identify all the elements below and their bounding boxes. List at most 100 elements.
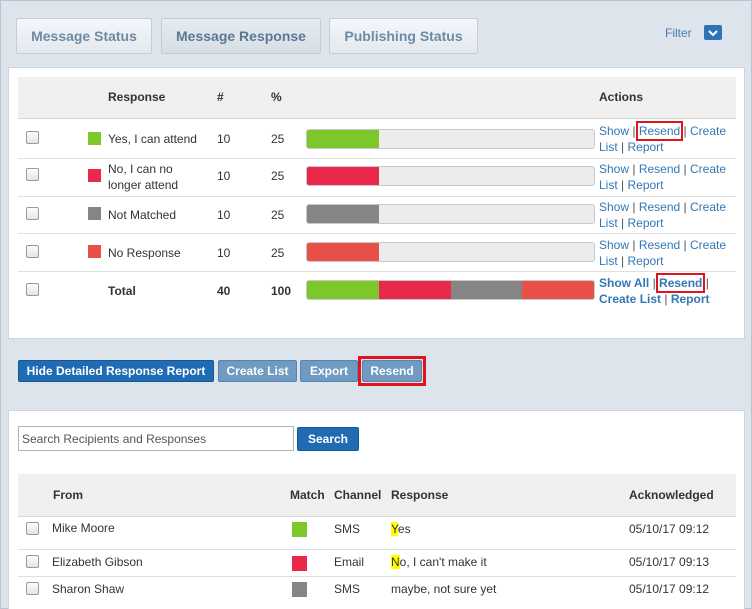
row-divider — [18, 576, 736, 577]
row-divider — [18, 158, 736, 159]
row-checkbox[interactable] — [26, 168, 39, 181]
recipient-channel: Email — [334, 555, 365, 569]
header-response: Response — [391, 488, 449, 502]
header-percent: % — [271, 90, 282, 104]
recipient-name[interactable]: Mike Moore — [52, 521, 115, 535]
recipient-channel: SMS — [334, 522, 361, 536]
recipient-name[interactable]: Sharon Shaw — [52, 582, 124, 596]
response-color-swatch — [88, 132, 101, 145]
highlight-box — [358, 356, 426, 386]
row-checkbox[interactable] — [26, 207, 39, 220]
response-bar-fill — [307, 243, 379, 261]
row-divider — [18, 233, 736, 234]
show-link[interactable]: Show — [599, 238, 629, 252]
match-swatch — [292, 582, 307, 597]
response-color-swatch — [88, 169, 101, 182]
total-bar-segment — [307, 281, 379, 299]
create-list-all-link[interactable]: Create List — [599, 292, 661, 306]
response-highlight: Y — [391, 522, 398, 536]
search-input[interactable] — [18, 426, 294, 451]
resend-link[interactable]: Resend — [639, 162, 680, 176]
header-match: Match — [290, 488, 325, 502]
response-label: No Response — [108, 246, 181, 260]
show-link[interactable]: Show — [599, 124, 629, 138]
response-count: 10 — [217, 169, 231, 183]
recipient-channel: SMS — [334, 582, 361, 596]
response-bar — [306, 242, 595, 262]
resend-link[interactable]: Resend — [639, 238, 680, 252]
recipient-response: maybe, not sure yet — [391, 582, 496, 596]
resend-all-link[interactable]: Resend — [656, 273, 706, 293]
response-count: 10 — [217, 132, 231, 146]
response-text: o, I can't make it — [399, 555, 487, 569]
row-checkbox[interactable] — [26, 245, 39, 258]
total-bar-segment — [378, 281, 451, 299]
row-actions: Show | Resend | Create List | Report — [599, 238, 727, 268]
hide-detailed-report-button[interactable]: Hide Detailed Response Report — [18, 360, 214, 382]
filter-dropdown-button[interactable] — [704, 25, 722, 40]
recipient-checkbox[interactable] — [26, 555, 39, 568]
total-percent: 100 — [271, 284, 292, 298]
total-bar-segment — [450, 281, 523, 299]
filter-label[interactable]: Filter — [665, 26, 692, 40]
response-bar — [306, 129, 595, 149]
recipient-name[interactable]: Elizabeth Gibson — [52, 555, 143, 569]
response-bar-fill — [307, 167, 379, 185]
recipient-acknowledged: 05/10/17 09:12 — [629, 522, 710, 536]
response-text: es — [397, 522, 411, 536]
total-actions: Show All | Resend | Create List | Report — [599, 273, 710, 306]
response-percent: 25 — [271, 246, 285, 260]
report-link[interactable]: Report — [627, 140, 663, 154]
total-label: Total — [108, 284, 136, 298]
create-list-button[interactable]: Create List — [218, 360, 297, 382]
recipient-response: No, I can't make it — [391, 555, 487, 569]
response-label: No, I can no longer attend — [108, 162, 179, 192]
recipient-acknowledged: 05/10/17 09:13 — [629, 555, 710, 569]
row-divider — [18, 549, 736, 550]
report-all-link[interactable]: Report — [671, 292, 710, 306]
export-button[interactable]: Export — [300, 360, 358, 382]
total-stacked-bar — [306, 280, 595, 300]
resend-link[interactable]: Resend — [635, 121, 684, 141]
response-label: Not Matched — [108, 208, 177, 222]
resend-link[interactable]: Resend — [639, 200, 680, 214]
response-bar — [306, 166, 595, 186]
show-all-link[interactable]: Show All — [599, 276, 649, 290]
app-frame: Message Status Message Response Publishi… — [0, 0, 752, 609]
response-bar-fill — [307, 130, 379, 148]
row-divider — [18, 196, 736, 197]
show-link[interactable]: Show — [599, 200, 629, 214]
header-acknowledged: Acknowledged — [629, 488, 714, 502]
response-percent: 25 — [271, 208, 285, 222]
show-link[interactable]: Show — [599, 162, 629, 176]
total-count: 40 — [217, 284, 231, 298]
header-actions: Actions — [599, 90, 644, 104]
response-label: Yes, I can attend — [108, 132, 197, 146]
recipient-acknowledged: 05/10/17 09:12 — [629, 582, 710, 596]
report-link[interactable]: Report — [627, 254, 663, 268]
tab-message-status[interactable]: Message Status — [16, 18, 152, 54]
row-actions: Show | Resend | Create List | Report — [599, 162, 727, 192]
match-swatch — [292, 522, 307, 537]
response-count: 10 — [217, 208, 231, 222]
response-percent: 25 — [271, 132, 285, 146]
recipient-checkbox[interactable] — [26, 522, 39, 535]
row-divider — [18, 271, 736, 272]
row-checkbox[interactable] — [26, 131, 39, 144]
search-button[interactable]: Search — [297, 427, 359, 451]
header-response: Response — [108, 90, 166, 104]
tab-message-response[interactable]: Message Response — [161, 18, 321, 54]
header-channel: Channel — [334, 488, 382, 502]
report-link[interactable]: Report — [627, 216, 663, 230]
header-from: From — [53, 488, 83, 502]
report-link[interactable]: Report — [627, 178, 663, 192]
total-bar-segment — [522, 281, 594, 299]
match-swatch — [292, 556, 307, 571]
total-checkbox[interactable] — [26, 283, 39, 296]
header-count: # — [217, 90, 224, 104]
response-color-swatch — [88, 207, 101, 220]
response-bar-fill — [307, 205, 379, 223]
tab-publishing-status[interactable]: Publishing Status — [329, 18, 478, 54]
response-percent: 25 — [271, 169, 285, 183]
recipient-checkbox[interactable] — [26, 582, 39, 595]
